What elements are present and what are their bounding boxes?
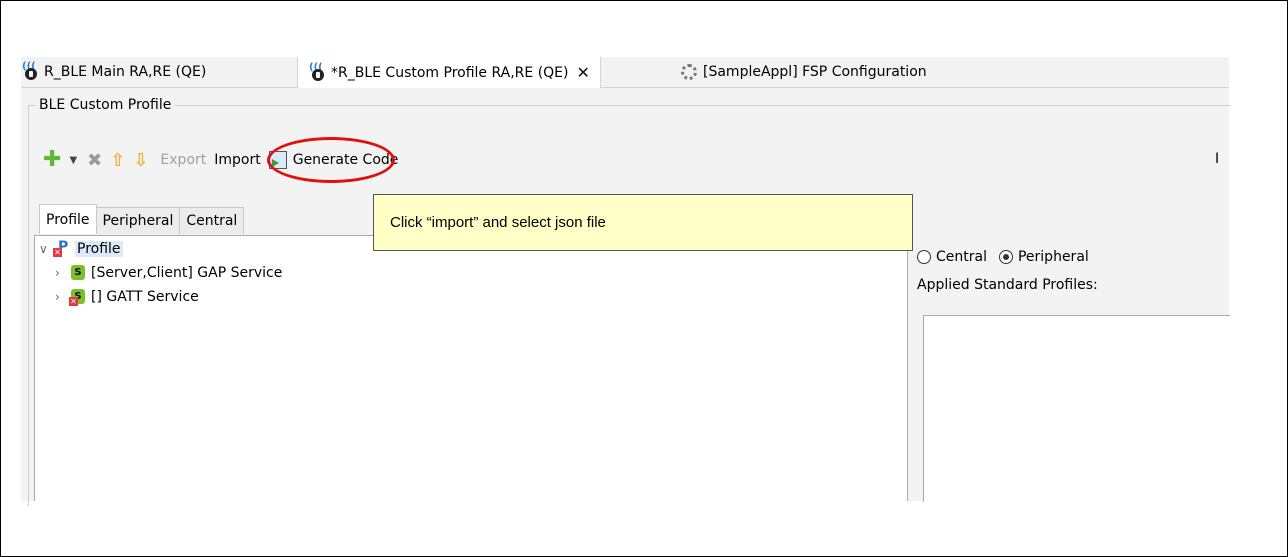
tree-item[interactable]: › S [Server,Client] GAP Service <box>55 262 282 284</box>
instruction-callout: Click “import” and select json file <box>373 194 913 251</box>
generate-code-button[interactable]: Generate Code <box>293 152 399 168</box>
profile-tree: ∨ P ✕ Profile › S [Server,Client] GAP Ser… <box>34 235 908 501</box>
radio-central-label: Central <box>936 249 987 265</box>
role-panel: Central Peripheral Applied Standard Prof… <box>909 235 1230 502</box>
delete-icon[interactable]: ✖ <box>87 150 102 171</box>
tab-label: [SampleAppl] FSP Configuration <box>703 64 927 80</box>
import-button[interactable]: Import <box>214 152 260 168</box>
tree-root[interactable]: ∨ P ✕ Profile <box>39 238 123 260</box>
group-title: BLE Custom Profile <box>35 97 176 113</box>
service-icon: S <box>69 265 85 281</box>
profile-icon: P ✕ <box>53 239 69 257</box>
export-button[interactable]: Export <box>160 152 206 168</box>
chevron-down-icon[interactable]: ▼ <box>69 155 77 166</box>
arrow-down-icon[interactable]: ⇩ <box>133 150 148 171</box>
chevron-right-icon[interactable]: › <box>55 290 69 304</box>
tab-label: R_BLE Main RA,RE (QE) <box>44 64 207 80</box>
ble-qe-icon: ((( <box>308 62 328 82</box>
tab-central[interactable]: Central <box>179 207 245 234</box>
applied-profiles-label: Applied Standard Profiles: <box>917 277 1098 293</box>
tab-ble-custom-profile[interactable]: ((( *R_BLE Custom Profile RA,RE (QE) ✕ <box>297 57 601 88</box>
editor-tab-strip: ((( R_BLE Main RA,RE (QE) ((( *R_BLE Cus… <box>21 57 1229 88</box>
figure-frame: ((( R_BLE Main RA,RE (QE) ((( *R_BLE Cus… <box>0 0 1288 557</box>
role-radio-group: Central Peripheral <box>917 249 1089 265</box>
tree-item-label: [] GATT Service <box>91 289 199 305</box>
callout-text: Click “import” and select json file <box>390 214 606 231</box>
radio-peripheral[interactable] <box>998 250 1013 264</box>
plus-icon[interactable]: ✚ <box>43 149 61 171</box>
profile-subtabs: Profile Peripheral Central <box>39 204 245 234</box>
radio-central[interactable] <box>917 250 931 264</box>
tab-label: *R_BLE Custom Profile RA,RE (QE) <box>331 64 569 81</box>
radio-peripheral-label: Peripheral <box>1017 249 1089 265</box>
arrow-up-icon[interactable]: ⇧ <box>110 150 125 171</box>
profile-toolbar: ✚ ▼ ✖ ⇧ ⇩ Export Import Generate Code <box>43 149 398 171</box>
close-icon[interactable]: ✕ <box>577 63 590 82</box>
applied-profiles-list[interactable] <box>923 315 1230 502</box>
generate-code-icon <box>268 151 287 169</box>
service-error-icon: S✕ <box>69 289 85 306</box>
tab-peripheral[interactable]: Peripheral <box>95 207 181 234</box>
tree-item[interactable]: › S✕ [] GATT Service <box>55 286 199 308</box>
tab-fsp-configuration[interactable]: [SampleAppl] FSP Configuration <box>681 57 927 87</box>
ble-qe-icon: ((( <box>21 61 41 81</box>
gear-icon <box>681 64 697 80</box>
tree-item-label: [Server,Client] GAP Service <box>91 265 283 281</box>
tree-root-label: Profile <box>75 241 123 257</box>
tab-profile[interactable]: Profile <box>39 204 97 234</box>
toolbar-right-stub: I <box>1215 151 1220 167</box>
tab-ble-main[interactable]: ((( R_BLE Main RA,RE (QE) <box>21 57 206 87</box>
chevron-down-icon[interactable]: ∨ <box>39 242 53 256</box>
chevron-right-icon[interactable]: › <box>55 266 69 280</box>
